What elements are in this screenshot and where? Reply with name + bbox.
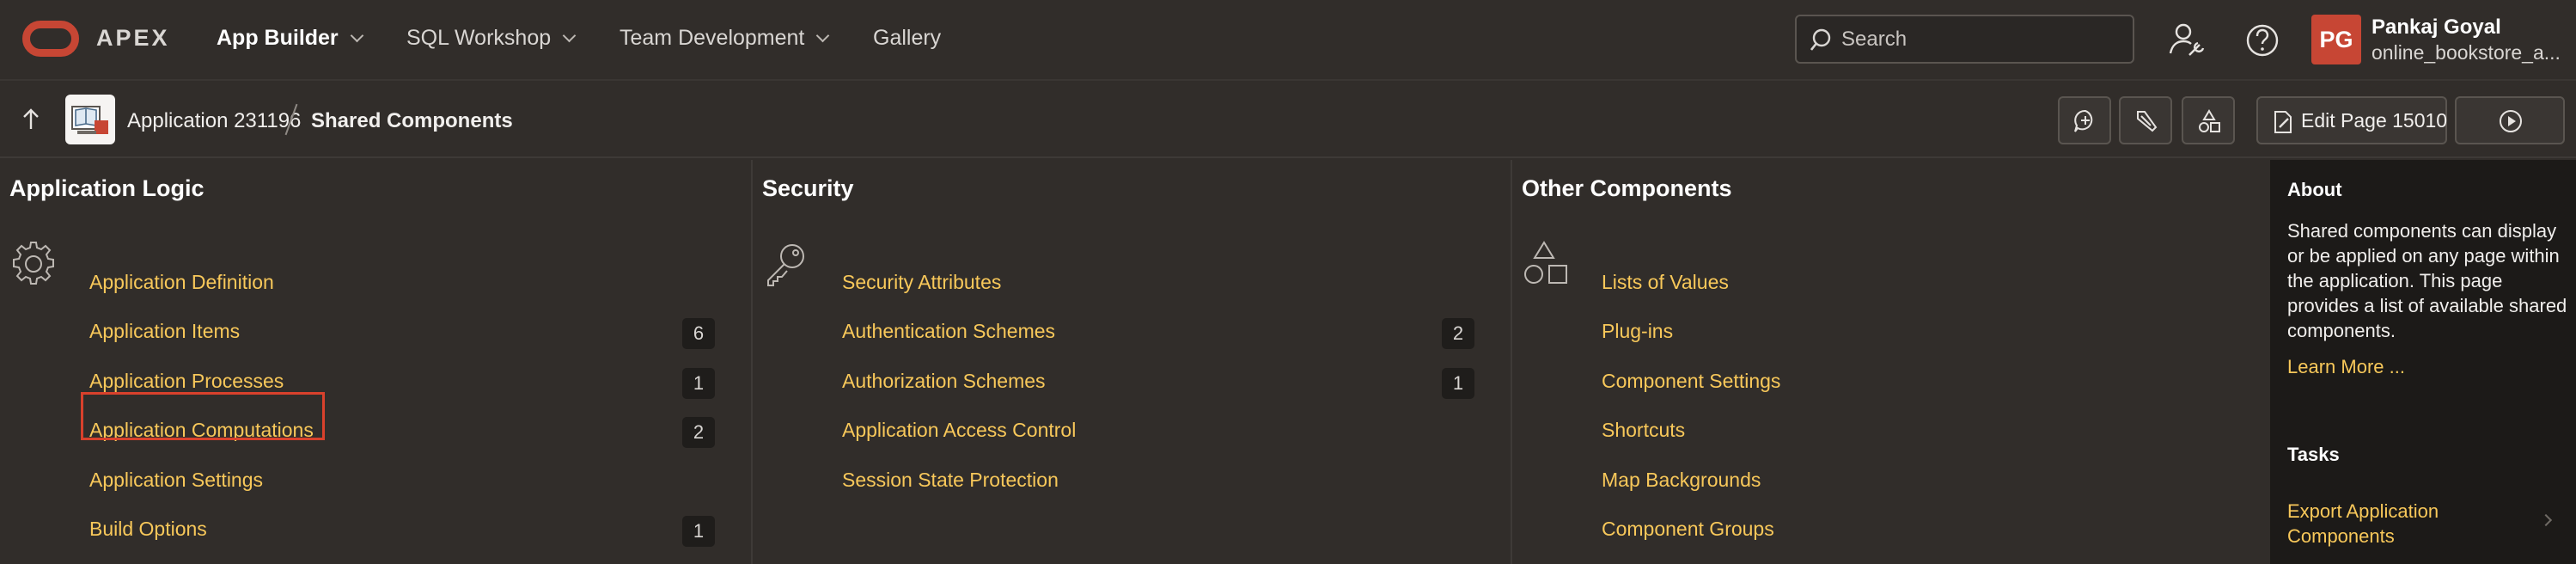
- highlight-box: [81, 392, 325, 440]
- nav-app-builder[interactable]: App Builder: [217, 26, 363, 51]
- about-panel: About Shared components can display or b…: [2270, 160, 2576, 564]
- up-arrow-icon[interactable]: [19, 107, 43, 132]
- link-lists-of-values[interactable]: Lists of Values: [1602, 271, 1729, 294]
- help-icon[interactable]: [2239, 17, 2286, 64]
- count-badge: 2: [682, 417, 715, 448]
- list-item: Plug-ins: [1512, 310, 2268, 359]
- count-badge: 1: [682, 368, 715, 399]
- comments-button[interactable]: [2058, 96, 2111, 144]
- edit-page-label: Edit Page 15010: [2301, 109, 2448, 132]
- link-plug-ins[interactable]: Plug-ins: [1602, 320, 1673, 343]
- page-toolbar: Application 231196 Shared Components Edi…: [0, 83, 2576, 158]
- link-map-backgrounds[interactable]: Map Backgrounds: [1602, 469, 1761, 492]
- list-item: Security Attributes: [753, 261, 1509, 310]
- link-build-options[interactable]: Build Options: [89, 518, 207, 541]
- run-page-button[interactable]: [2455, 96, 2565, 144]
- link-application-items[interactable]: Application Items: [89, 320, 240, 343]
- count-badge: 1: [682, 516, 715, 547]
- shared-components-button[interactable]: [2182, 96, 2235, 144]
- other-components-section: Other Components Lists of Values Plug-in…: [1511, 160, 2268, 564]
- search-field[interactable]: [1795, 15, 2134, 64]
- list-item: Map Backgrounds: [1512, 459, 2268, 507]
- user-name[interactable]: Pankaj Goyal: [2372, 15, 2501, 40]
- apex-brand[interactable]: APEX: [96, 25, 170, 52]
- comment-icon: [2074, 109, 2093, 132]
- list-item: Application Items 6: [0, 310, 749, 359]
- chevron-down-icon: [350, 28, 363, 43]
- count-badge: 1: [1442, 368, 1474, 399]
- list-item: Authorization Schemes 1: [753, 360, 1509, 408]
- link-session-state-protection[interactable]: Session State Protection: [842, 469, 1059, 492]
- nav-sql-workshop[interactable]: SQL Workshop: [406, 26, 577, 51]
- section-title: Other Components: [1522, 175, 1732, 201]
- link-application-settings[interactable]: Application Settings: [89, 469, 263, 492]
- search-input[interactable]: [1841, 25, 2116, 54]
- section-title: Application Logic: [9, 175, 204, 201]
- list-item: Component Groups: [1512, 508, 2268, 556]
- chevron-down-icon: [562, 28, 577, 43]
- app-icon: [65, 95, 115, 144]
- list-item: Application Settings: [0, 459, 749, 507]
- link-application-definition[interactable]: Application Definition: [89, 271, 274, 294]
- task-export-application-components[interactable]: Export Application Components: [2287, 499, 2494, 549]
- oracle-logo[interactable]: [22, 21, 79, 57]
- section-title: Security: [762, 175, 854, 201]
- list-item: Session State Protection: [753, 459, 1509, 507]
- quick-edit-button[interactable]: [2119, 96, 2172, 144]
- run-icon: [2500, 110, 2522, 132]
- link-component-settings[interactable]: Component Settings: [1602, 370, 1780, 393]
- application-logic-section: Application Logic Application Definition…: [0, 160, 749, 564]
- top-navigation-bar: APEX App Builder SQL Workshop Team Devel…: [0, 0, 2576, 81]
- learn-more-link[interactable]: Learn More ...: [2287, 356, 2405, 378]
- link-application-access-control[interactable]: Application Access Control: [842, 419, 1076, 442]
- list-item: Build Options 1: [0, 508, 749, 556]
- avatar[interactable]: PG: [2311, 15, 2361, 64]
- list-item: Component Settings: [1512, 360, 2268, 408]
- list-item: Application Access Control: [753, 409, 1509, 457]
- list-item: Shortcuts: [1512, 409, 2268, 457]
- nav-team-development[interactable]: Team Development: [620, 26, 830, 51]
- search-icon: [1810, 28, 1831, 51]
- admin-user-icon[interactable]: [2164, 17, 2210, 64]
- breadcrumb-application[interactable]: Application 231196: [127, 109, 301, 133]
- chevron-down-icon: [816, 28, 830, 43]
- link-authentication-schemes[interactable]: Authentication Schemes: [842, 320, 1055, 343]
- about-title: About: [2287, 179, 2342, 200]
- page-title: Shared Components: [311, 109, 513, 132]
- link-shortcuts[interactable]: Shortcuts: [1602, 419, 1685, 442]
- list-item: Lists of Values: [1512, 261, 2268, 310]
- count-badge: 6: [682, 318, 715, 349]
- link-application-processes[interactable]: Application Processes: [89, 370, 284, 393]
- security-section: Security Security Attributes Authenticat…: [751, 160, 1509, 564]
- tasks-title: Tasks: [2287, 444, 2340, 465]
- link-authorization-schemes[interactable]: Authorization Schemes: [842, 370, 1046, 393]
- list-item: Application Definition: [0, 261, 749, 310]
- nav-gallery[interactable]: Gallery: [873, 26, 941, 51]
- shapes-icon: [2199, 109, 2220, 132]
- link-security-attributes[interactable]: Security Attributes: [842, 271, 1001, 294]
- count-badge: 2: [1442, 318, 1474, 349]
- list-item: Authentication Schemes 2: [753, 310, 1509, 359]
- about-text: Shared components can display or be appl…: [2287, 220, 2567, 341]
- workspace-name[interactable]: online_bookstore_a...: [2372, 41, 2565, 64]
- highlighter-icon: [2137, 111, 2158, 132]
- link-component-groups[interactable]: Component Groups: [1602, 518, 1774, 541]
- edit-page-icon: [2274, 111, 2292, 133]
- edit-page-button[interactable]: Edit Page 15010: [2256, 96, 2447, 144]
